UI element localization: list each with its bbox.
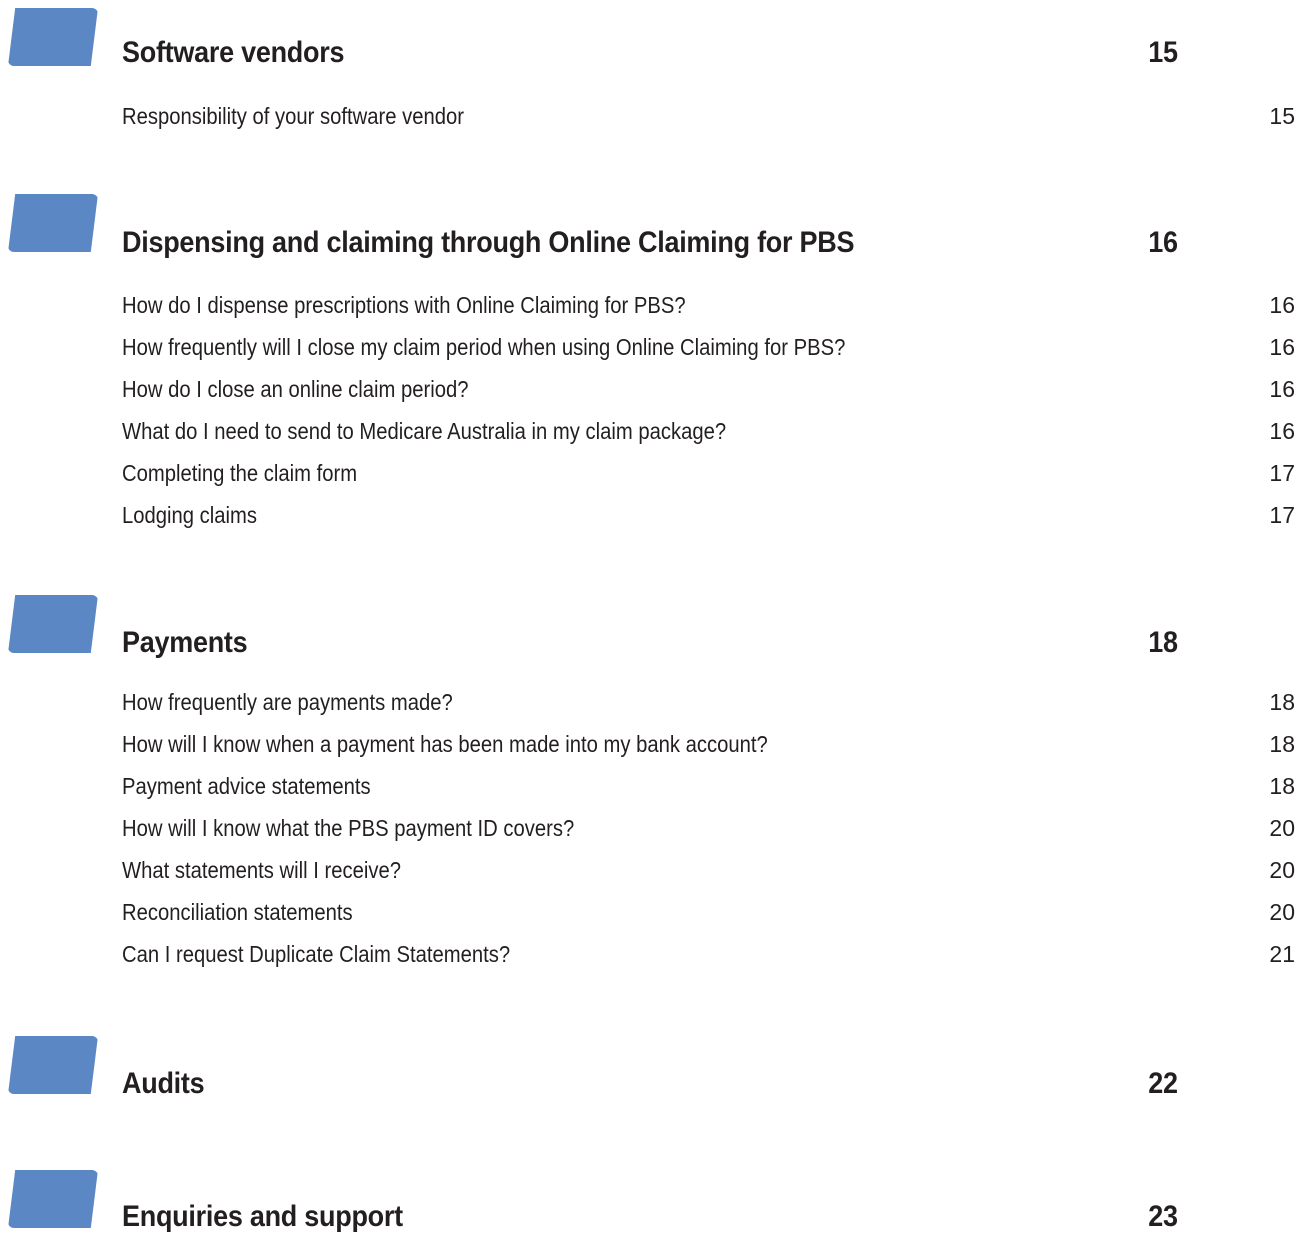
toc-entry[interactable]: How frequently will I close my claim per…	[122, 334, 1295, 361]
toc-entry[interactable]: Responsibility of your software vendor 1…	[122, 103, 1295, 130]
entry-title: How frequently will I close my claim per…	[122, 334, 846, 360]
entry-page-number: 21	[1269, 941, 1295, 967]
section-page-number: 18	[1148, 626, 1178, 659]
entry-page-number: 18	[1269, 773, 1295, 799]
toc-entry[interactable]: How do I dispense prescriptions with Onl…	[122, 292, 1295, 319]
entry-title: Payment advice statements	[122, 773, 371, 799]
entry-title: Can I request Duplicate Claim Statements…	[122, 941, 511, 967]
section-heading[interactable]: Software vendors 15	[122, 36, 1178, 70]
section-title: Dispensing and claiming through Online C…	[122, 226, 855, 259]
section-marker-icon	[8, 194, 98, 252]
toc-entry[interactable]: What statements will I receive? 20	[122, 857, 1295, 884]
entry-title: Responsibility of your software vendor	[122, 103, 465, 129]
section-marker-icon	[8, 595, 98, 653]
entry-page-number: 16	[1269, 376, 1295, 402]
entry-page-number: 17	[1269, 502, 1295, 528]
entry-page-number: 16	[1269, 418, 1295, 444]
section-heading[interactable]: Audits 22	[122, 1067, 1178, 1101]
section-title: Audits	[122, 1067, 205, 1100]
entry-page-number: 20	[1269, 899, 1295, 925]
section-heading[interactable]: Payments 18	[122, 626, 1178, 660]
section-title: Software vendors	[122, 36, 345, 69]
entry-title: How do I dispense prescriptions with Onl…	[122, 292, 686, 318]
toc-entry[interactable]: Completing the claim form 17	[122, 460, 1295, 487]
entry-page-number: 20	[1269, 815, 1295, 841]
entry-page-number: 17	[1269, 460, 1295, 486]
section-title: Payments	[122, 626, 248, 659]
entry-page-number: 20	[1269, 857, 1295, 883]
entry-title: How will I know what the PBS payment ID …	[122, 815, 575, 841]
toc-entry[interactable]: How frequently are payments made? 18	[122, 689, 1295, 716]
toc-entry[interactable]: Lodging claims 17	[122, 502, 1295, 529]
entry-title: What statements will I receive?	[122, 857, 401, 883]
entry-page-number: 18	[1269, 731, 1295, 757]
entry-page-number: 16	[1269, 334, 1295, 360]
toc-entry[interactable]: Can I request Duplicate Claim Statements…	[122, 941, 1295, 968]
entry-title: How do I close an online claim period?	[122, 376, 469, 402]
entry-title: Lodging claims	[122, 502, 258, 528]
entry-title: What do I need to send to Medicare Austr…	[122, 418, 727, 444]
section-page-number: 23	[1148, 1200, 1178, 1233]
toc-entry[interactable]: Payment advice statements 18	[122, 773, 1295, 800]
toc-entry[interactable]: How will I know when a payment has been …	[122, 731, 1295, 758]
entry-title: How will I know when a payment has been …	[122, 731, 768, 757]
section-page-number: 15	[1148, 36, 1178, 69]
toc-entry[interactable]: Reconciliation statements 20	[122, 899, 1295, 926]
section-page-number: 22	[1148, 1067, 1178, 1100]
section-heading[interactable]: Dispensing and claiming through Online C…	[122, 226, 1178, 260]
entry-page-number: 16	[1269, 292, 1295, 318]
entry-page-number: 15	[1269, 103, 1295, 129]
section-marker-icon	[8, 8, 98, 66]
section-marker-icon	[8, 1170, 98, 1228]
toc-entry[interactable]: How do I close an online claim period? 1…	[122, 376, 1295, 403]
entry-title: How frequently are payments made?	[122, 689, 453, 715]
entry-title: Reconciliation statements	[122, 899, 353, 925]
section-marker-icon	[8, 1036, 98, 1094]
toc-entry[interactable]: What do I need to send to Medicare Austr…	[122, 418, 1295, 445]
entry-title: Completing the claim form	[122, 460, 358, 486]
section-page-number: 16	[1148, 226, 1178, 259]
section-title: Enquiries and support	[122, 1200, 403, 1233]
entry-page-number: 18	[1269, 689, 1295, 715]
toc-entry[interactable]: How will I know what the PBS payment ID …	[122, 815, 1295, 842]
section-heading[interactable]: Enquiries and support 23	[122, 1200, 1178, 1234]
